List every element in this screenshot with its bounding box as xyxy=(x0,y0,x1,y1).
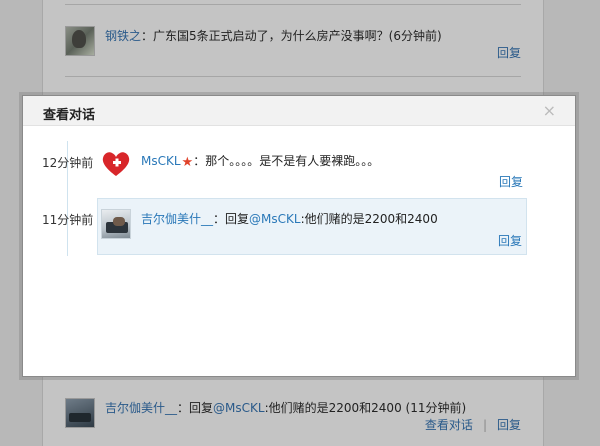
view-conversation-link[interactable]: 查看对话 xyxy=(425,418,473,432)
message-user-name[interactable]: 吉尔伽美什__ xyxy=(141,212,213,226)
feed-item: 吉尔伽美什__：回复@MsCKL:他们赌的是2200和2400 (11分钟前) … xyxy=(65,398,521,434)
message-row-highlighted: 吉尔伽美什__：回复@MsCKL:他们赌的是2200和2400 回复 xyxy=(97,198,527,255)
avatar[interactable] xyxy=(101,209,131,239)
feed-divider xyxy=(65,76,521,77)
feed-message-prefix: ：回复 xyxy=(177,401,214,415)
message-user-name[interactable]: MsCKL xyxy=(141,154,181,168)
avatar[interactable] xyxy=(65,26,95,56)
message-text: MsCKL★：那个。。。。是不是有人要裸跑。。。 xyxy=(141,152,379,170)
action-separator: | xyxy=(482,418,487,432)
feed-user-name[interactable]: 吉尔伽美什__ xyxy=(105,401,177,415)
dialog-title: 查看对话 xyxy=(43,108,96,123)
mention-link[interactable]: @MsCKL xyxy=(213,401,265,415)
message-row: MsCKL★：那个。。。。是不是有人要裸跑。。。 回复 xyxy=(97,144,527,194)
feed-message: ：广东国5条正式启动了，为什么房产没事啊？(6分钟前) xyxy=(141,29,442,43)
feed-item: 钢铁之：广东国5条正式启动了，为什么房产没事啊？(6分钟前) 回复 xyxy=(65,26,521,66)
close-icon[interactable]: × xyxy=(543,101,556,120)
feed-divider xyxy=(65,4,521,5)
heart-avatar-icon[interactable] xyxy=(101,149,131,179)
reply-link[interactable]: 回复 xyxy=(498,232,522,249)
feed-item-actions: 回复 xyxy=(497,44,521,61)
message-text: 吉尔伽美什__：回复@MsCKL:他们赌的是2200和2400 xyxy=(141,210,438,227)
message-time: 12分钟前 xyxy=(42,156,94,170)
mention-link[interactable]: @MsCKL xyxy=(249,212,301,226)
message-time: 11分钟前 xyxy=(42,213,94,227)
avatar[interactable] xyxy=(65,398,95,428)
conversation-dialog: 查看对话 × 12分钟前 MsCKL★：那个。。。。是不是有人要裸跑。。。 回复… xyxy=(22,95,576,377)
message-body-prefix: ：回复 xyxy=(213,212,250,226)
reply-link[interactable]: 回复 xyxy=(499,173,523,190)
feed-item-actions: 查看对话 | 回复 xyxy=(425,416,521,433)
reply-link[interactable]: 回复 xyxy=(497,418,521,432)
reply-link[interactable]: 回复 xyxy=(497,46,521,60)
dialog-header: 查看对话 × xyxy=(23,96,575,126)
feed-item-text: 吉尔伽美什__：回复@MsCKL:他们赌的是2200和2400 (11分钟前) xyxy=(105,399,466,416)
message-body: :他们赌的是2200和2400 xyxy=(300,212,438,226)
message-body: ：那个。。。。是不是有人要裸跑。。。 xyxy=(193,154,380,168)
feed-message: :他们赌的是2200和2400 (11分钟前) xyxy=(264,401,467,415)
star-badge-icon: ★ xyxy=(181,155,194,170)
feed-item-text: 钢铁之：广东国5条正式启动了，为什么房产没事啊？(6分钟前) xyxy=(105,27,442,44)
feed-user-name[interactable]: 钢铁之 xyxy=(105,29,141,43)
